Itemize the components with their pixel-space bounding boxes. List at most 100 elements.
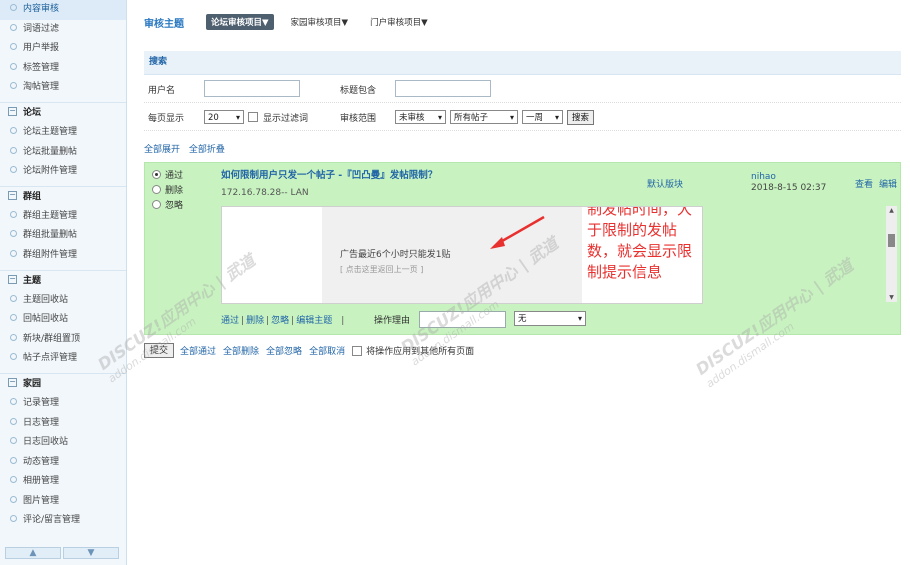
sidebar-scroll-controls: ▲ ▼ — [5, 547, 119, 559]
thread-forum-link[interactable]: 默认版块 — [647, 177, 683, 190]
bullet-icon — [10, 146, 17, 154]
sidebar-item[interactable]: 论坛批量删帖 — [0, 143, 126, 163]
separator: | — [241, 316, 245, 326]
sidebar-group-header[interactable]: − 群组 — [0, 185, 126, 207]
tab-forum-audit[interactable]: 论坛审核项目▼ — [206, 14, 274, 30]
bullet-icon — [10, 230, 17, 238]
radio-ignore[interactable]: 忽略 — [152, 200, 183, 212]
bullet-icon — [10, 476, 17, 484]
sidebar-item-label: 日志管理 — [23, 417, 60, 428]
content-scrollbar[interactable]: ▲ ▼ — [886, 206, 897, 302]
sidebar-item[interactable]: 帖子点评管理 — [0, 349, 126, 369]
sidebar-item[interactable]: 日志回收站 — [0, 433, 126, 453]
sidebar-groups: − 论坛 论坛主题管理 论坛批量删帖 论坛附件管理 − 群组 群组主题管理 群组批量删帖 群组附件… — [0, 101, 126, 531]
sidebar-group-title: 主题 — [23, 275, 42, 286]
status-select[interactable]: 未审核 — [395, 110, 446, 125]
sidebar-item[interactable]: 回帖回收站 — [0, 310, 126, 330]
sidebar-item[interactable]: 日志管理 — [0, 414, 126, 434]
sidebar-item[interactable]: 词语过滤 — [0, 20, 126, 40]
action-delete[interactable]: 删除 — [246, 316, 264, 326]
sidebar-item[interactable]: 动态管理 — [0, 453, 126, 473]
sidebar-item[interactable]: 相册管理 — [0, 472, 126, 492]
cancel-all-link[interactable]: 全部取消 — [309, 344, 345, 357]
separator: | — [266, 316, 270, 326]
username-input[interactable] — [204, 80, 300, 97]
view-link[interactable]: 查看 — [855, 177, 873, 190]
delete-all-link[interactable]: 全部删除 — [223, 344, 259, 357]
bullet-icon — [10, 456, 17, 464]
posts-select[interactable]: 所有帖子 — [450, 110, 518, 125]
edit-link[interactable]: 编辑 — [879, 177, 897, 190]
action-ignore[interactable]: 忽略 — [271, 316, 289, 326]
search-row-1: 用户名 标题包含 — [144, 75, 901, 103]
title-contains-input[interactable] — [395, 80, 491, 97]
sidebar-item[interactable]: 群组附件管理 — [0, 246, 126, 266]
sidebar-item[interactable]: 图片管理 — [0, 492, 126, 512]
sidebar-item[interactable]: 论坛附件管理 — [0, 162, 126, 182]
content-message: 广告最近6个小时只能发1贴 — [340, 250, 451, 260]
separator: | — [291, 316, 295, 326]
bullet-icon — [10, 495, 17, 503]
submit-button[interactable]: 提交 — [144, 343, 175, 358]
tab-portal-audit[interactable]: 门户审核项目▼ — [365, 14, 433, 30]
per-page-select[interactable]: 20 — [204, 110, 244, 125]
sidebar-item[interactable]: 主题回收站 — [0, 291, 126, 311]
approve-all-link[interactable]: 全部通过 — [180, 344, 216, 357]
sidebar-item[interactable]: 群组批量删帖 — [0, 226, 126, 246]
reason-select[interactable]: 无 — [514, 311, 586, 326]
action-edit-thread[interactable]: 编辑主题 — [296, 316, 332, 326]
sidebar-item[interactable]: 淘帖管理 — [0, 78, 126, 98]
sidebar-item[interactable]: 新块/群组置顶 — [0, 330, 126, 350]
thread-time: 2018-8-15 02:37 — [751, 183, 827, 193]
bullet-icon — [10, 62, 17, 70]
radio-approve[interactable]: 通过 — [152, 170, 183, 182]
bullet-icon — [10, 82, 17, 90]
title-contains-label: 标题包含 — [340, 86, 377, 96]
sidebar-item[interactable]: 论坛主题管理 — [0, 123, 126, 143]
reason-input[interactable] — [419, 311, 506, 328]
sidebar-item-label: 评论/留言管理 — [23, 515, 81, 526]
sidebar-item-label: 回帖回收站 — [23, 314, 69, 325]
expand-all-link[interactable]: 全部展开 — [144, 145, 180, 155]
search-button[interactable]: 搜索 — [567, 110, 595, 125]
show-filter-label: 显示过滤词 — [263, 114, 309, 124]
sidebar-group-header[interactable]: − 家园 — [0, 372, 126, 394]
sidebar-item[interactable]: 记录管理 — [0, 394, 126, 414]
bullet-icon — [10, 515, 17, 523]
annotation-text: 制发帖时间，大于限制的发帖数，就会显示限制提示信息 — [587, 206, 693, 281]
show-filter-checkbox[interactable] — [248, 112, 258, 122]
bullet-icon — [10, 249, 17, 257]
scroll-up-button[interactable]: ▲ — [5, 547, 61, 559]
scroll-down-button[interactable]: ▼ — [63, 547, 119, 559]
sidebar-item-label: 群组主题管理 — [23, 210, 78, 221]
sidebar-group-header[interactable]: − 论坛 — [0, 101, 126, 123]
collapse-icon: − — [8, 189, 17, 200]
sidebar-item[interactable]: 群组主题管理 — [0, 207, 126, 227]
thread-author-link[interactable]: nihao — [751, 172, 776, 182]
sidebar-item-label: 群组批量删帖 — [23, 230, 78, 241]
apply-all-checkbox[interactable] — [352, 345, 363, 356]
radio-delete-label: 删除 — [165, 186, 184, 196]
action-approve[interactable]: 通过 — [221, 316, 239, 326]
collapse-all-link[interactable]: 全部折叠 — [189, 145, 225, 155]
tab-home-audit[interactable]: 家园审核项目▼ — [286, 14, 354, 30]
sidebar-item[interactable]: 评论/留言管理 — [0, 511, 126, 531]
page-header: 审核主题 论坛审核项目▼ 家园审核项目▼ 门户审核项目▼ — [144, 12, 445, 32]
sidebar-item[interactable]: 内容审核 — [0, 0, 126, 20]
sidebar-group-header[interactable]: − 主题 — [0, 269, 126, 291]
sidebar-item-label: 淘帖管理 — [23, 82, 60, 93]
sidebar-item[interactable]: 标签管理 — [0, 59, 126, 79]
sidebar: 内容审核 词语过滤 用户举报 标签管理淘帖管理 − 论坛 论坛主题管理 论坛批量删帖 论坛附件… — [0, 0, 127, 565]
page-title: 审核主题 — [144, 18, 184, 30]
sidebar-item[interactable]: 用户举报 — [0, 39, 126, 59]
radio-delete[interactable]: 删除 — [152, 185, 184, 197]
sidebar-top-list: 内容审核 词语过滤 用户举报 标签管理淘帖管理 — [0, 0, 126, 98]
ignore-all-link[interactable]: 全部忽略 — [266, 344, 302, 357]
thread-title[interactable]: 如何限制用户只发一个帖子 -『凹凸曼』发帖限制？ — [221, 167, 437, 181]
scroll-thumb[interactable] — [888, 234, 895, 247]
sidebar-item-label: 主题回收站 — [23, 294, 69, 305]
collapse-icon: − — [8, 273, 17, 284]
period-select[interactable]: 一周 — [522, 110, 563, 125]
sidebar-group-title: 群组 — [23, 191, 42, 202]
collapse-icon: − — [8, 105, 17, 116]
